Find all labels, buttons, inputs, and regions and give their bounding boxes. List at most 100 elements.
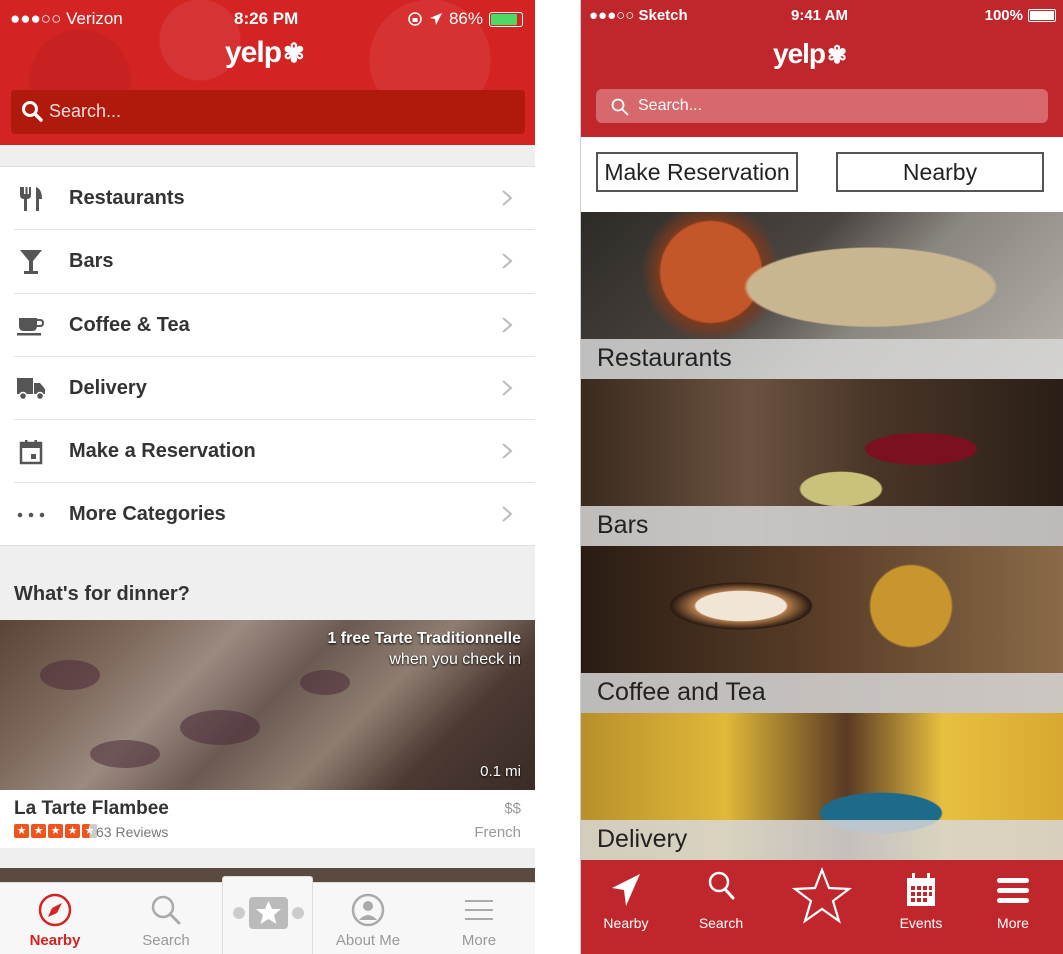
tab-label: About Me [335,932,401,949]
tab-more[interactable]: More [973,860,1053,954]
make-reservation-button[interactable]: Make Reservation [596,152,798,192]
category-label: Bars [69,250,114,273]
distance-label: 0.1 mi [480,763,521,780]
tab-search[interactable]: Search [111,883,221,954]
left-header: ●●●○○ Verizon 8:26 PM 86% yelp✾ Search..… [0,0,535,145]
tab-favorites[interactable] [782,860,862,954]
tile-label: Delivery [597,825,688,853]
fork-knife-icon [14,184,48,214]
yelp-logo: yelp✾ [225,36,305,70]
left-phone-screen: ●●●○○ Verizon 8:26 PM 86% yelp✾ Search..… [0,0,535,954]
clock: 9:41 AM [791,7,848,24]
tab-more[interactable]: More [424,883,534,954]
search-placeholder: Search... [638,97,703,114]
star-icon: ★ [31,824,46,838]
star-icon [792,866,852,924]
delivery-truck-icon [14,374,48,404]
battery-percent: 86% [448,9,483,28]
price-range: $$ [504,800,521,817]
check-in-tab[interactable] [222,876,313,954]
tile-restaurants[interactable]: Restaurants [581,212,1063,379]
tab-label: Search [698,915,744,931]
tile-delivery[interactable]: Delivery [581,713,1063,860]
featured-business-photo[interactable]: 1 free Tarte Traditionnelle when you che… [0,620,535,790]
lock-rotation-icon [408,12,422,26]
battery-fill [1030,11,1054,20]
category-label: Delivery [69,376,147,399]
business-category: French [474,824,521,841]
search-icon [708,871,735,900]
nearby-button[interactable]: Nearby [836,152,1044,192]
tile-label: Coffee and Tea [597,678,766,706]
tab-label: Events [899,915,943,931]
photo-texture [90,740,160,768]
featured-business-info[interactable]: La Tarte Flambee $$ ★ ★ ★ ★ ★ 63 Reviews… [0,790,535,848]
tile-coffee-tea[interactable]: Coffee and Tea [581,546,1063,713]
location-arrow-icon [612,874,640,906]
category-label: Make a Reservation [69,440,256,463]
cocktail-icon [14,247,48,277]
menu-icon [465,900,493,920]
search-icon [151,895,181,925]
category-label: Restaurants [69,187,185,209]
photo-texture [40,660,100,690]
compass-icon [38,893,72,927]
status-bar: ●●●○○ Verizon 8:26 PM 86% [0,0,535,38]
search-icon [22,101,43,122]
chevron-right-icon [502,443,513,459]
yelp-burst-icon: ✾ [827,42,847,69]
star-icon: ★ [65,824,80,838]
clock: 8:26 PM [234,9,299,28]
menu-icon [997,878,1029,903]
coffee-cup-icon [14,311,48,341]
category-label: Coffee & Tea [69,313,190,336]
status-right: 86% [407,9,523,29]
tab-label: More [461,932,497,949]
business-name: La Tarte Flambee [14,798,169,819]
section-title: What's for dinner? [14,583,190,605]
search-bar[interactable]: Search... [11,90,525,134]
chevron-right-icon [502,190,513,206]
category-row-reservation[interactable]: Make a Reservation [14,420,535,484]
tab-about-me[interactable]: About Me [313,883,423,954]
tab-label: Search [142,932,190,949]
search-placeholder: Search... [49,101,122,121]
category-row-bars[interactable]: Bars [14,230,535,294]
star-icon: ★ [48,824,63,838]
tab-bar: Nearby Search Events More [581,860,1063,954]
tile-bars[interactable]: Bars [581,379,1063,546]
category-row-restaurants[interactable]: Restaurants [14,167,535,231]
logo-text: yelp [773,38,826,69]
category-row-more[interactable]: More Categories [14,483,535,546]
calendar-icon [907,873,935,906]
location-arrow-icon [429,13,442,25]
tab-label: Nearby [29,932,81,949]
tab-nearby[interactable]: Nearby [0,883,110,954]
calendar-icon [14,437,48,467]
category-row-delivery[interactable]: Delivery [14,357,535,421]
photo-texture [180,710,260,745]
tab-events[interactable]: Events [881,860,961,954]
chevron-right-icon [502,506,513,523]
search-icon [611,98,629,116]
check-in-offer-subtitle: when you check in [389,651,521,668]
tile-label: Bars [597,511,649,539]
right-header: ●●●○○ Sketch 9:41 AM 100% yelp✾ Search..… [581,0,1063,137]
chevron-right-icon [502,316,513,333]
profile-icon [351,893,385,927]
yelp-burst-icon: ✾ [283,38,305,68]
logo-text: yelp [225,36,282,69]
star-icon: ★ [14,824,29,838]
category-row-coffee[interactable]: Coffee & Tea [14,294,535,357]
tile-label-band [581,506,1063,546]
tab-nearby[interactable]: Nearby [586,860,666,954]
tab-search[interactable]: Search [681,860,761,954]
battery-percent: 100% [984,7,1023,24]
star-rating: ★ ★ ★ ★ ★ [14,824,97,838]
status-bar: ●●●○○ Sketch 9:41 AM 100% [581,0,1063,30]
search-bar[interactable]: Search... [596,89,1048,123]
status-right: 100% [985,7,1056,24]
tile-label: Restaurants [597,344,732,372]
photo-texture [300,670,350,695]
category-list: Restaurants Bars Coffee & Tea Delivery M… [0,166,535,546]
